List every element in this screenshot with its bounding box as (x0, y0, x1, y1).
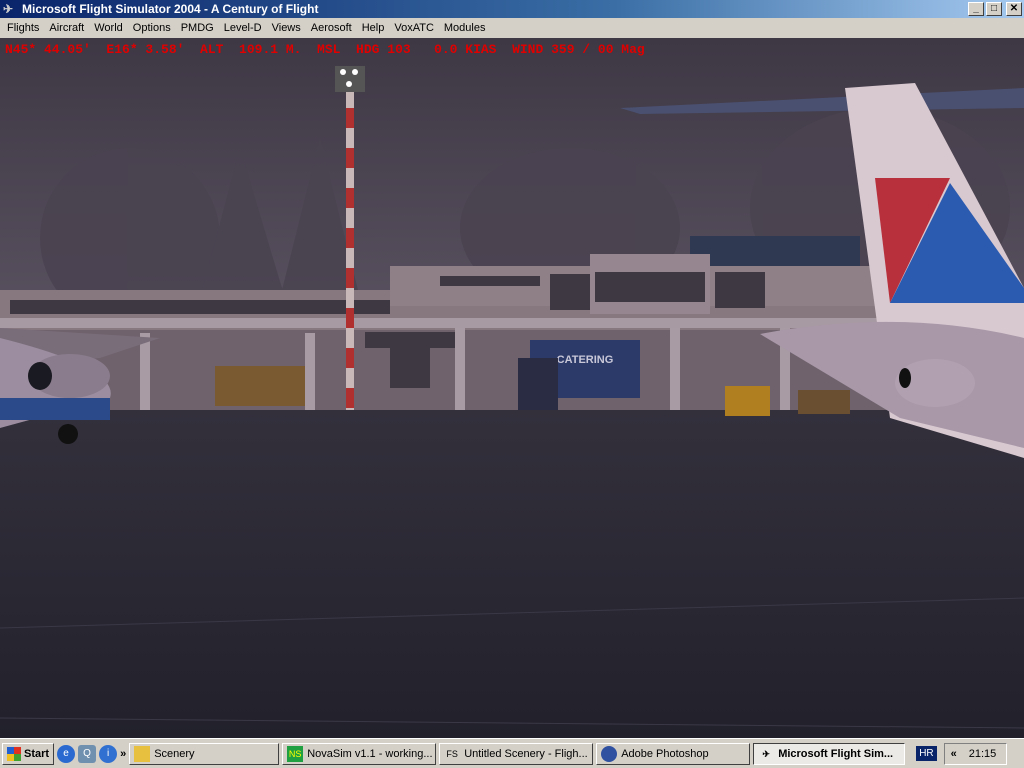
title-bar[interactable]: ✈ Microsoft Flight Simulator 2004 - A Ce… (0, 0, 1024, 18)
task-flight-simulator[interactable]: ✈ Microsoft Flight Sim... (753, 742, 906, 765)
task-label: Scenery (154, 747, 195, 760)
simulator-viewport[interactable]: N45* 44.05' E16* 3.58' ALT 109.1 M. MSL … (0, 38, 1024, 738)
internet-explorer-icon[interactable]: e (57, 744, 76, 763)
photoshop-icon (601, 745, 618, 762)
task-novasim[interactable]: NS NovaSim v1.1 - working... (282, 742, 437, 765)
clock[interactable]: 21:15 (969, 748, 997, 760)
quicklaunch-chevron[interactable]: » (120, 748, 126, 760)
taskbar: Start e Q i » Scenery NS NovaSim v1.1 - … (0, 738, 1024, 768)
airplane-icon: ✈ (762, 748, 770, 759)
start-label: Start (24, 747, 50, 760)
close-button[interactable]: ✕ (1006, 2, 1022, 16)
menu-views[interactable]: Views (267, 22, 306, 34)
task-label: Untitled Scenery - Fligh... (464, 747, 588, 760)
fs-sdk-icon: FS (446, 748, 458, 759)
task-label: NovaSim v1.1 - working... (307, 747, 433, 760)
task-label: Microsoft Flight Sim... (778, 747, 894, 760)
minimize-button[interactable]: _ (968, 2, 984, 16)
menu-level-d[interactable]: Level-D (219, 22, 267, 34)
tray-expand-button[interactable]: « (951, 748, 957, 760)
system-tray: « 21:15 (943, 742, 1008, 765)
maximize-button[interactable]: □ (986, 2, 1002, 16)
task-label: Adobe Photoshop (621, 747, 709, 760)
menu-voxatc[interactable]: VoxATC (389, 22, 439, 34)
menu-pmdg[interactable]: PMDG (176, 22, 219, 34)
search-icon[interactable]: Q (78, 744, 97, 763)
menu-aircraft[interactable]: Aircraft (44, 22, 89, 34)
folder-icon (134, 745, 151, 762)
airplane-icon: ✈ (3, 2, 14, 16)
window-title: Microsoft Flight Simulator 2004 - A Cent… (22, 2, 319, 16)
menu-help[interactable]: Help (357, 22, 390, 34)
windows-logo-icon (7, 746, 21, 761)
info-icon[interactable]: i (99, 744, 118, 763)
menu-options[interactable]: Options (128, 22, 176, 34)
airport-scene: CATERING (0, 38, 1024, 738)
menu-flights[interactable]: Flights (2, 22, 44, 34)
menu-modules[interactable]: Modules (439, 22, 491, 34)
start-button[interactable]: Start (2, 742, 55, 765)
novasim-icon: NS (287, 745, 304, 762)
task-untitled-scenery[interactable]: FS Untitled Scenery - Fligh... (439, 742, 594, 765)
catering-label: CATERING (557, 354, 614, 366)
position-readout: N45* 44.05' E16* 3.58' ALT 109.1 M. MSL … (5, 42, 645, 57)
task-photoshop[interactable]: Adobe Photoshop (596, 742, 751, 765)
task-scenery[interactable]: Scenery (129, 742, 280, 765)
language-indicator[interactable]: HR (916, 746, 937, 761)
menu-aerosoft[interactable]: Aerosoft (306, 22, 357, 34)
menu-bar: Flights Aircraft World Options PMDG Leve… (0, 18, 1024, 38)
menu-world[interactable]: World (89, 22, 128, 34)
